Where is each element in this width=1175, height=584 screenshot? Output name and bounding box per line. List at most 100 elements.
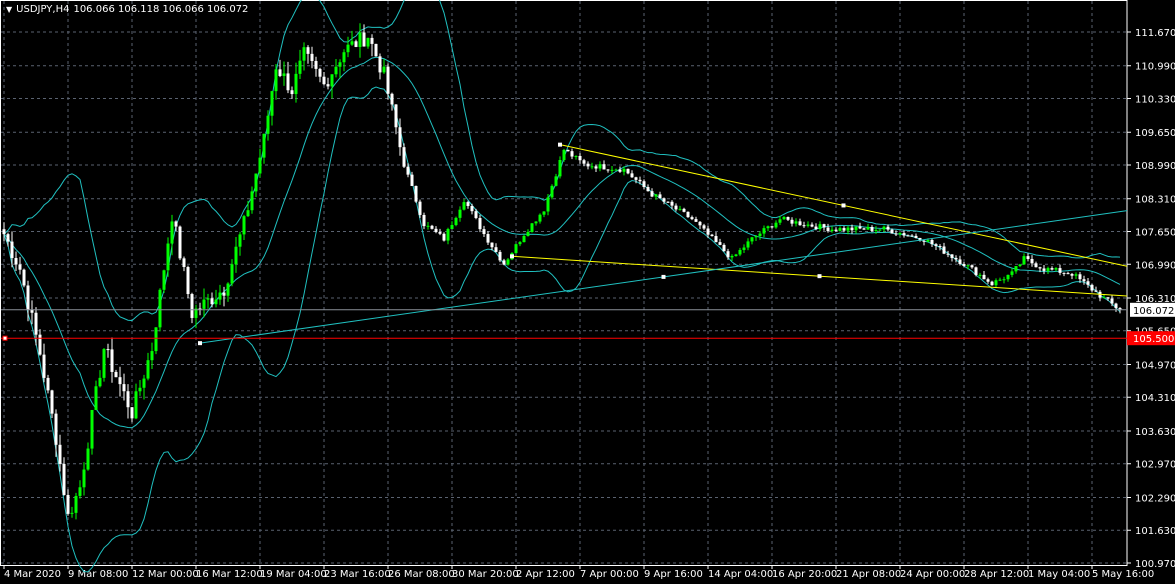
candle-body bbox=[674, 205, 678, 210]
candle-body bbox=[10, 241, 14, 259]
candle-body bbox=[134, 391, 138, 419]
candle-body bbox=[986, 279, 990, 282]
candle-body bbox=[938, 246, 942, 248]
candle-body bbox=[1026, 256, 1030, 259]
candle-body bbox=[1070, 274, 1074, 276]
y-tick-label: 108.990 bbox=[1135, 161, 1175, 172]
candle-body bbox=[386, 66, 390, 94]
candle-body bbox=[434, 228, 438, 233]
candle-body bbox=[6, 234, 10, 242]
candle-body bbox=[742, 247, 746, 250]
candle-body bbox=[310, 53, 314, 61]
trendline-handle bbox=[198, 341, 202, 346]
x-tick-label: 1 May 04:00 bbox=[1028, 569, 1090, 580]
trendline-handle bbox=[841, 203, 846, 208]
candle-body bbox=[550, 185, 554, 198]
candle-body bbox=[958, 259, 962, 265]
candle-body bbox=[690, 217, 694, 220]
candle-body bbox=[922, 240, 926, 242]
x-tick-label: 12 Mar 00:00 bbox=[132, 569, 199, 580]
x-tick-label: 5 May 16:00 bbox=[1092, 569, 1154, 580]
y-tick-label: 102.970 bbox=[1135, 460, 1175, 471]
candle-body bbox=[158, 289, 162, 328]
candle-body bbox=[138, 387, 142, 392]
candle-body bbox=[62, 463, 66, 495]
candle-body bbox=[606, 169, 610, 171]
candle-body bbox=[110, 349, 114, 372]
candle-body bbox=[318, 68, 322, 77]
candle-body bbox=[722, 244, 726, 252]
candle-body bbox=[302, 47, 306, 61]
candle-body bbox=[506, 259, 510, 265]
x-tick-label: 26 Mar 08:00 bbox=[388, 569, 455, 580]
candle-body bbox=[38, 334, 42, 355]
candle-body bbox=[658, 194, 662, 199]
candle-body bbox=[650, 191, 654, 197]
candle-body bbox=[574, 155, 578, 157]
candle-body bbox=[446, 229, 450, 241]
candle-body bbox=[834, 229, 838, 231]
y-tick-label: 103.630 bbox=[1135, 427, 1175, 438]
candle-body bbox=[438, 232, 442, 234]
candle-body bbox=[566, 149, 570, 152]
candle-body bbox=[290, 90, 294, 95]
candle-body bbox=[730, 255, 734, 258]
candle-body bbox=[814, 226, 818, 230]
candle-body bbox=[382, 66, 386, 73]
candle-body bbox=[682, 208, 686, 212]
candle-body bbox=[66, 494, 70, 514]
candle-body bbox=[366, 37, 370, 47]
candle-body bbox=[926, 239, 930, 242]
chart-header: ▼ USDJPY,H4 106.066 106.118 106.066 106.… bbox=[6, 4, 248, 15]
candle-body bbox=[982, 274, 986, 280]
candle-body bbox=[910, 235, 914, 237]
candle-body bbox=[790, 219, 794, 224]
candle-body bbox=[1094, 290, 1098, 292]
candle-body bbox=[522, 235, 526, 243]
x-tick-label: 23 Mar 16:00 bbox=[324, 569, 391, 580]
candle-body bbox=[350, 41, 354, 45]
candle-body bbox=[490, 242, 494, 248]
candle-body bbox=[210, 298, 214, 305]
candle-body bbox=[1110, 298, 1114, 304]
candle-body bbox=[942, 246, 946, 254]
candle-body bbox=[518, 242, 522, 245]
candle-body bbox=[402, 147, 406, 167]
candle-body bbox=[450, 225, 454, 230]
x-tick-label: 14 Apr 04:00 bbox=[708, 569, 773, 580]
price-chart[interactable]: 111.670 110.990 110.330 109.650 108.990 108.3… bbox=[0, 0, 1175, 584]
y-tick-label: 102.290 bbox=[1135, 493, 1175, 504]
candle-body bbox=[246, 210, 250, 217]
candle-body bbox=[850, 227, 854, 231]
candle-body bbox=[1002, 279, 1006, 281]
candle-body bbox=[454, 217, 458, 226]
candle-body bbox=[794, 221, 798, 224]
candle-body bbox=[630, 173, 634, 178]
candle-body bbox=[990, 281, 994, 286]
candle-body bbox=[222, 292, 226, 296]
candle-body bbox=[1074, 274, 1078, 276]
candle-body bbox=[1030, 258, 1034, 264]
triangle-down-icon[interactable]: ▼ bbox=[6, 5, 12, 14]
y-tick-label: 110.330 bbox=[1135, 94, 1175, 105]
candle-body bbox=[614, 169, 618, 171]
candle-body bbox=[274, 69, 278, 92]
candle-body bbox=[770, 226, 774, 228]
x-tick-label: 21 Apr 08:00 bbox=[836, 569, 901, 580]
candle-body bbox=[530, 223, 534, 232]
candle-body bbox=[950, 254, 954, 258]
candle-body bbox=[670, 201, 674, 206]
bollinger-upper bbox=[3, 0, 1121, 322]
candle-body bbox=[58, 444, 62, 464]
candle-body bbox=[862, 228, 866, 230]
candle-body bbox=[782, 216, 786, 220]
y-tick-label: 109.650 bbox=[1135, 128, 1175, 139]
candle-body bbox=[874, 229, 878, 231]
candle-body bbox=[1046, 268, 1050, 271]
candle-body bbox=[90, 409, 94, 449]
candle-body bbox=[894, 233, 898, 235]
candle-body bbox=[262, 133, 266, 158]
candle-body bbox=[126, 391, 130, 408]
candle-body bbox=[746, 241, 750, 248]
candle-body bbox=[122, 384, 126, 392]
